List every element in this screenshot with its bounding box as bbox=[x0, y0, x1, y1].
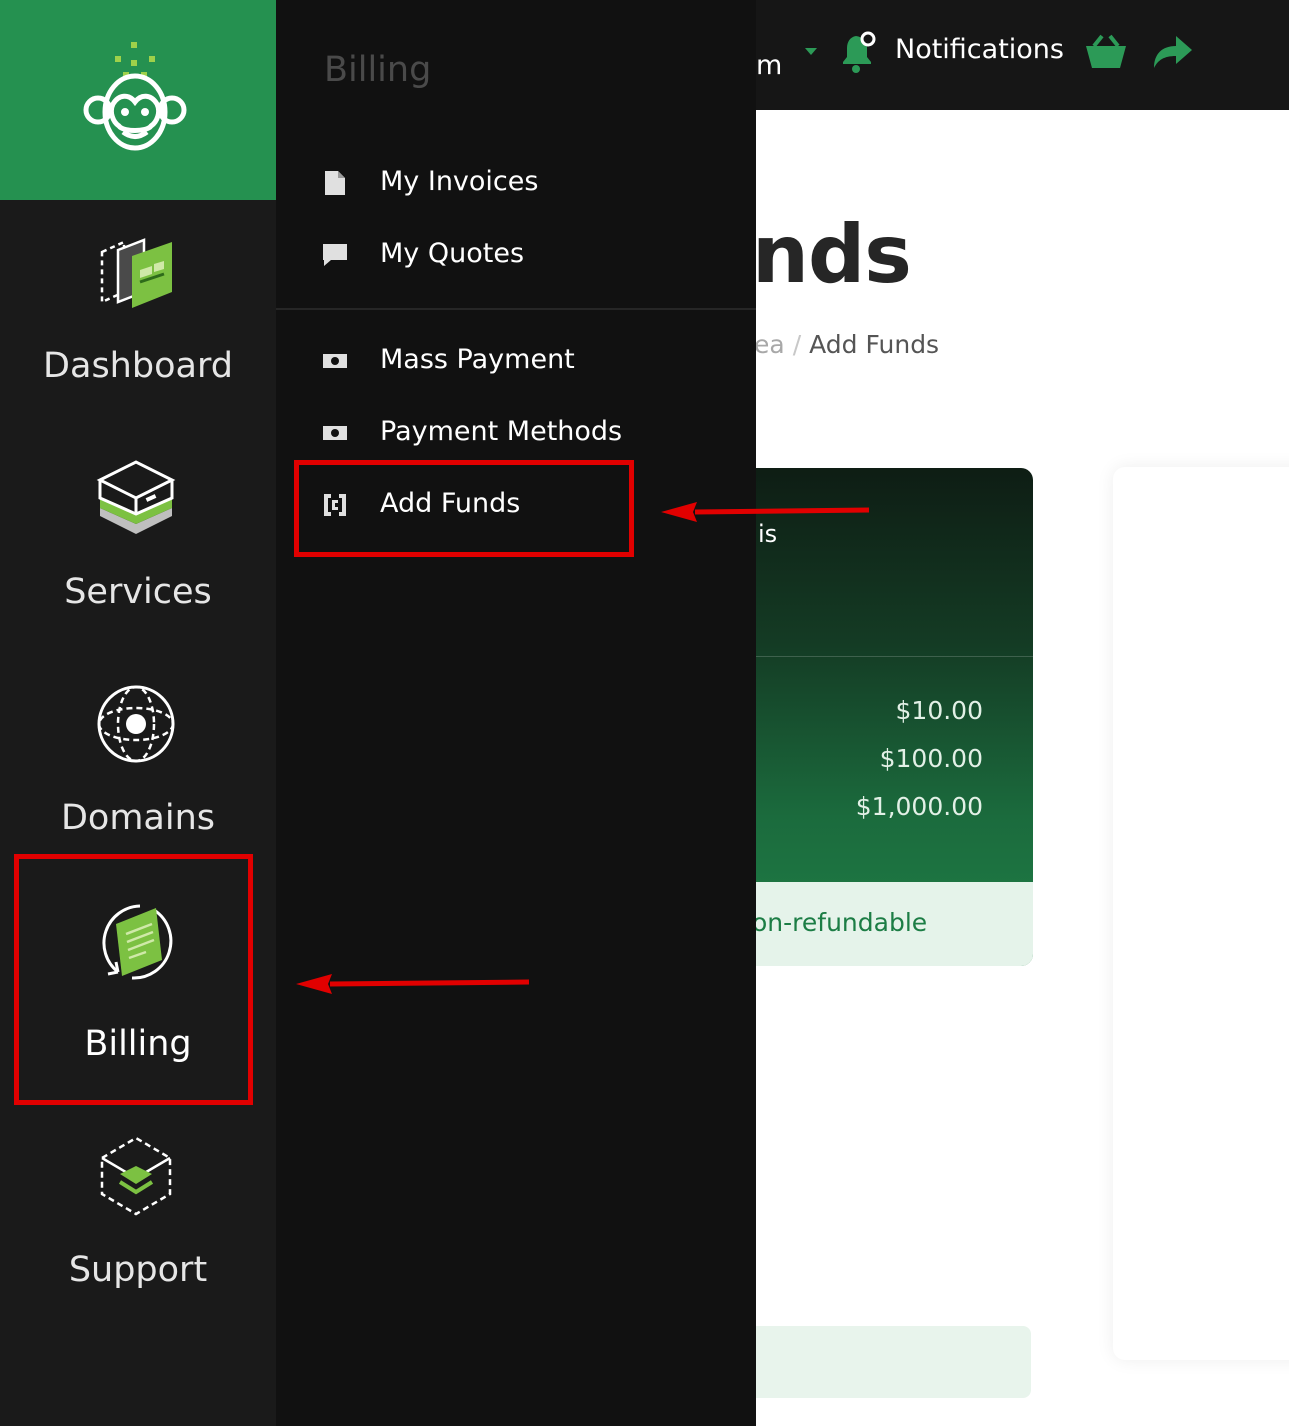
billing-flyout-menu: Billing My Invoices My Quotes Mass Payme… bbox=[276, 0, 756, 1426]
arrow-left-icon bbox=[661, 502, 870, 522]
globe-icon[interactable] bbox=[96, 684, 176, 764]
account-name-partial[interactable]: m bbox=[756, 50, 782, 81]
card-divider bbox=[740, 656, 1033, 657]
sidebar-item-support[interactable]: Support bbox=[0, 1250, 276, 1290]
breadcrumb-current: Add Funds bbox=[809, 330, 940, 359]
caret-down-icon[interactable] bbox=[805, 48, 817, 55]
menu-divider bbox=[276, 308, 756, 310]
dashboard-icon[interactable] bbox=[96, 234, 176, 314]
billing-highlight-box bbox=[14, 854, 253, 1105]
menu-item-my-invoices[interactable]: My Invoices bbox=[322, 162, 722, 206]
max-balance-amount: $1,000.00 bbox=[855, 792, 983, 821]
logo-box[interactable] bbox=[0, 0, 276, 200]
money-icon bbox=[323, 354, 347, 368]
menu-item-payment-methods[interactable]: Payment Methods bbox=[322, 412, 722, 456]
menu-item-label: Mass Payment bbox=[380, 344, 575, 375]
page-title: nds bbox=[752, 208, 912, 301]
breadcrumb-separator: / bbox=[792, 330, 802, 359]
bottom-notice-bar bbox=[740, 1326, 1031, 1398]
menu-item-my-quotes[interactable]: My Quotes bbox=[322, 234, 722, 278]
menu-item-mass-payment[interactable]: Mass Payment bbox=[322, 340, 722, 384]
monkey-logo-icon[interactable] bbox=[83, 42, 187, 154]
flyout-title: Billing bbox=[324, 50, 432, 90]
basket-icon[interactable] bbox=[1084, 34, 1128, 70]
menu-item-label: My Quotes bbox=[380, 238, 525, 269]
services-icon[interactable] bbox=[96, 458, 176, 538]
sidebar-item-dashboard[interactable]: Dashboard bbox=[0, 346, 276, 386]
minimum-amount: $10.00 bbox=[895, 696, 983, 725]
support-icon[interactable] bbox=[96, 1136, 176, 1216]
add-funds-info-card: is $10.00 $100.00 $1,000.00 on-refundabl… bbox=[740, 468, 1033, 966]
sidebar-item-domains[interactable]: Domains bbox=[0, 798, 276, 838]
file-icon bbox=[325, 171, 345, 195]
arrow-left-icon bbox=[296, 974, 530, 994]
breadcrumb-prev[interactable]: ea bbox=[754, 330, 785, 359]
menu-item-label: Payment Methods bbox=[380, 416, 623, 447]
bell-icon[interactable] bbox=[838, 30, 878, 74]
main-sidebar: Dashboard Services Domains Billing Suppo… bbox=[0, 0, 276, 1426]
menu-item-label: My Invoices bbox=[380, 166, 539, 197]
add-funds-form-panel bbox=[1113, 467, 1289, 1360]
maximum-amount: $100.00 bbox=[879, 744, 983, 773]
card-footer: on-refundable bbox=[740, 882, 1033, 966]
notifications-link[interactable]: Notifications bbox=[895, 34, 1064, 65]
sidebar-item-services[interactable]: Services bbox=[0, 572, 276, 612]
add-funds-highlight-box bbox=[294, 460, 634, 557]
breadcrumb: ea / Add Funds bbox=[754, 330, 939, 359]
money-icon bbox=[323, 426, 347, 440]
share-icon[interactable] bbox=[1152, 34, 1194, 70]
comment-icon bbox=[323, 244, 347, 266]
refund-note: on-refundable bbox=[752, 908, 928, 937]
